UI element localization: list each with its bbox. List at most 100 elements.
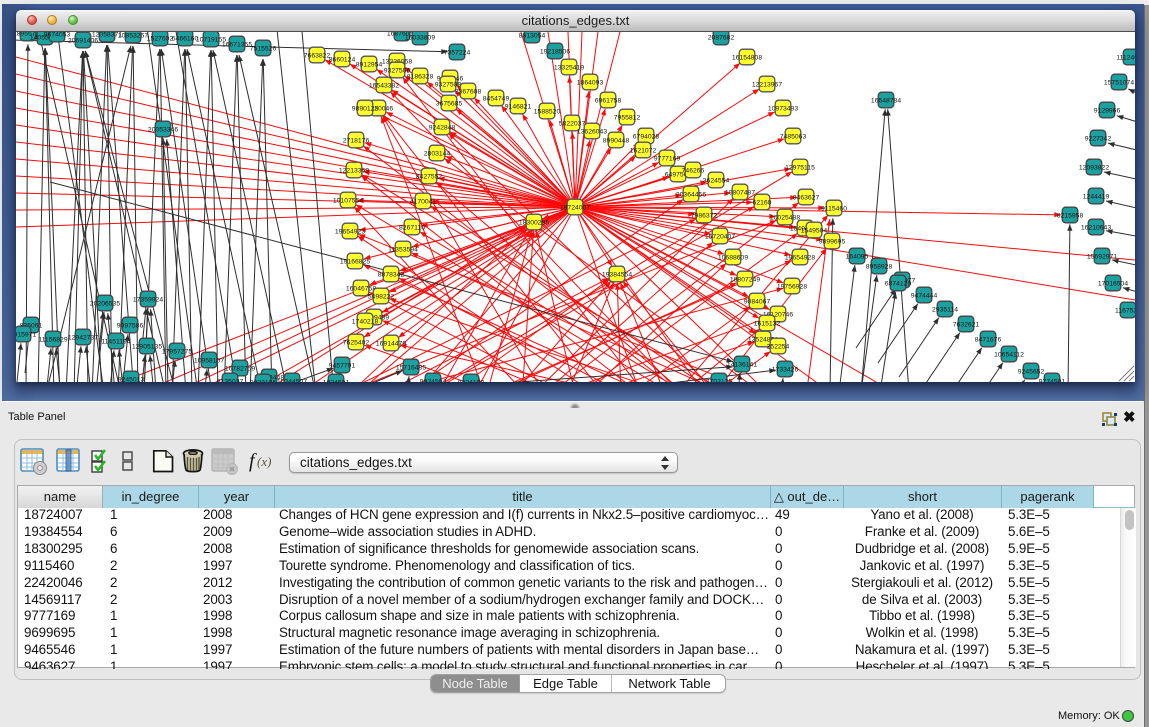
svg-text:16154808: 16154808 — [732, 54, 762, 61]
svg-text:19166825: 19166825 — [340, 258, 370, 265]
svg-text:1244419: 1244419 — [1083, 193, 1110, 200]
svg-text:9457791: 9457791 — [329, 362, 356, 369]
svg-text:6794028: 6794028 — [633, 133, 660, 140]
svg-text:7357224: 7357224 — [444, 49, 471, 56]
svg-text:19654928: 19654928 — [785, 254, 815, 261]
svg-text:6466160: 6466160 — [172, 35, 199, 42]
svg-text:19384554: 19384554 — [602, 271, 632, 278]
svg-text:5498222: 5498222 — [368, 293, 395, 300]
svg-text:1740218: 1740218 — [352, 318, 379, 325]
svg-text:16210643: 16210643 — [1081, 224, 1111, 231]
svg-text:16648784: 16648784 — [871, 97, 901, 104]
svg-text:9084067: 9084067 — [744, 298, 771, 305]
svg-text:8215958: 8215958 — [1057, 212, 1084, 219]
svg-text:14136141: 14136141 — [727, 361, 757, 368]
svg-text:16033809: 16033809 — [405, 34, 435, 41]
svg-text:62160: 62160 — [753, 199, 772, 206]
svg-text:7702135: 7702135 — [706, 378, 733, 382]
svg-text:1615132: 1615132 — [754, 320, 781, 327]
svg-text:18807249: 18807249 — [730, 276, 760, 283]
svg-text:19654923: 19654923 — [335, 228, 365, 235]
svg-text:1824501: 1824501 — [323, 379, 350, 382]
svg-text:15751074: 15751074 — [1104, 79, 1134, 86]
svg-text:10973493: 10973493 — [768, 105, 798, 112]
svg-text:1621072: 1621072 — [630, 147, 657, 154]
svg-text:8958928: 8958928 — [866, 263, 893, 270]
svg-text:2803144: 2803144 — [424, 150, 451, 157]
svg-text:746266: 746266 — [682, 167, 705, 174]
svg-text:7485063: 7485063 — [780, 133, 807, 140]
svg-text:252254: 252254 — [767, 343, 790, 350]
svg-text:12975115: 12975115 — [785, 164, 815, 171]
svg-text:7986372: 7986372 — [691, 212, 718, 219]
svg-text:16543382: 16543382 — [369, 82, 399, 89]
svg-text:9777169: 9777169 — [654, 155, 681, 162]
svg-text:1733426: 1733426 — [772, 366, 799, 373]
svg-text:3624554: 3624554 — [703, 177, 730, 184]
svg-text:10807487: 10807487 — [725, 189, 755, 196]
svg-text:4170041: 4170041 — [410, 198, 437, 205]
svg-text:10958107: 10958107 — [194, 357, 224, 364]
svg-text:19756928: 19756928 — [777, 283, 807, 290]
svg-text:9327508: 9327508 — [435, 81, 462, 88]
svg-text:16671355: 16671355 — [222, 41, 252, 48]
svg-text:11451194: 11451194 — [101, 338, 130, 345]
svg-text:9245013: 9245013 — [118, 376, 145, 382]
svg-text:10654112: 10654112 — [994, 351, 1024, 358]
svg-text:8990448: 8990448 — [603, 137, 630, 144]
svg-text:9245652: 9245652 — [1018, 368, 1045, 375]
svg-text:16782759: 16782759 — [225, 365, 255, 372]
svg-text:2367608: 2367608 — [455, 88, 482, 95]
svg-text:7515526: 7515526 — [250, 45, 277, 52]
svg-text:f: f — [249, 450, 257, 472]
svg-text:9146821: 9146821 — [505, 103, 532, 110]
svg-text:9227342: 9227342 — [1085, 135, 1112, 142]
svg-text:8878342: 8878342 — [378, 271, 405, 278]
svg-text:20053346: 20053346 — [148, 126, 178, 133]
svg-text:10688609: 10688609 — [718, 254, 748, 261]
svg-text:20206535: 20206535 — [90, 300, 120, 307]
svg-text:1167533: 1167533 — [1115, 307, 1135, 314]
svg-text:3675685: 3675685 — [436, 100, 463, 107]
svg-text:6961758: 6961758 — [595, 97, 622, 104]
svg-text:9463627: 9463627 — [793, 194, 820, 201]
svg-text:2087682: 2087682 — [708, 34, 735, 41]
svg-text:9899695: 9899695 — [819, 238, 846, 245]
svg-text:10244507: 10244507 — [277, 378, 307, 382]
svg-text:9115460: 9115460 — [821, 205, 847, 212]
svg-text:(x): (x) — [257, 454, 271, 469]
svg-text:18724007: 18724007 — [560, 204, 590, 211]
svg-text:9924504: 9924504 — [420, 378, 447, 382]
svg-text:11156829: 11156829 — [38, 336, 67, 343]
svg-text:8224109: 8224109 — [458, 379, 485, 382]
svg-text:10025488: 10025488 — [770, 214, 800, 221]
svg-text:15692971: 15692971 — [1087, 253, 1117, 260]
svg-text:2718176: 2718176 — [343, 137, 370, 144]
svg-text:9129966: 9129966 — [1094, 107, 1121, 114]
svg-text:13626043: 13626043 — [577, 128, 607, 135]
svg-text:164095: 164095 — [846, 253, 869, 260]
svg-text:20691406: 20691406 — [68, 37, 98, 44]
svg-text:12213967: 12213967 — [752, 81, 782, 88]
svg-text:12093822: 12093822 — [1079, 164, 1109, 171]
svg-text:8813054: 8813054 — [519, 32, 546, 39]
svg-text:8660124: 8660124 — [329, 56, 356, 63]
svg-text:8186328: 8186328 — [407, 73, 434, 80]
svg-text:13325419: 13325419 — [554, 64, 584, 71]
svg-text:17016504: 17016504 — [1098, 280, 1128, 287]
svg-text:9097586: 9097586 — [117, 322, 144, 329]
svg-text:10853267: 10853267 — [118, 32, 148, 39]
svg-text:17957275: 17957275 — [162, 348, 192, 355]
svg-text:11353594: 11353594 — [388, 246, 418, 253]
svg-text:3915971: 3915971 — [16, 331, 36, 338]
svg-text:1864093: 1864093 — [577, 79, 604, 86]
svg-text:2935114: 2935114 — [932, 306, 958, 313]
svg-text:12213369: 12213369 — [339, 167, 369, 174]
svg-text:9890125: 9890125 — [352, 105, 379, 112]
svg-text:8912954: 8912954 — [356, 61, 383, 68]
svg-text:15716485: 15716485 — [396, 364, 426, 371]
svg-text:19218506: 19218506 — [540, 48, 570, 55]
svg-text:12905135: 12905135 — [132, 343, 162, 350]
svg-text:16914479: 16914479 — [376, 340, 406, 347]
svg-text:7955812: 7955812 — [614, 114, 641, 121]
